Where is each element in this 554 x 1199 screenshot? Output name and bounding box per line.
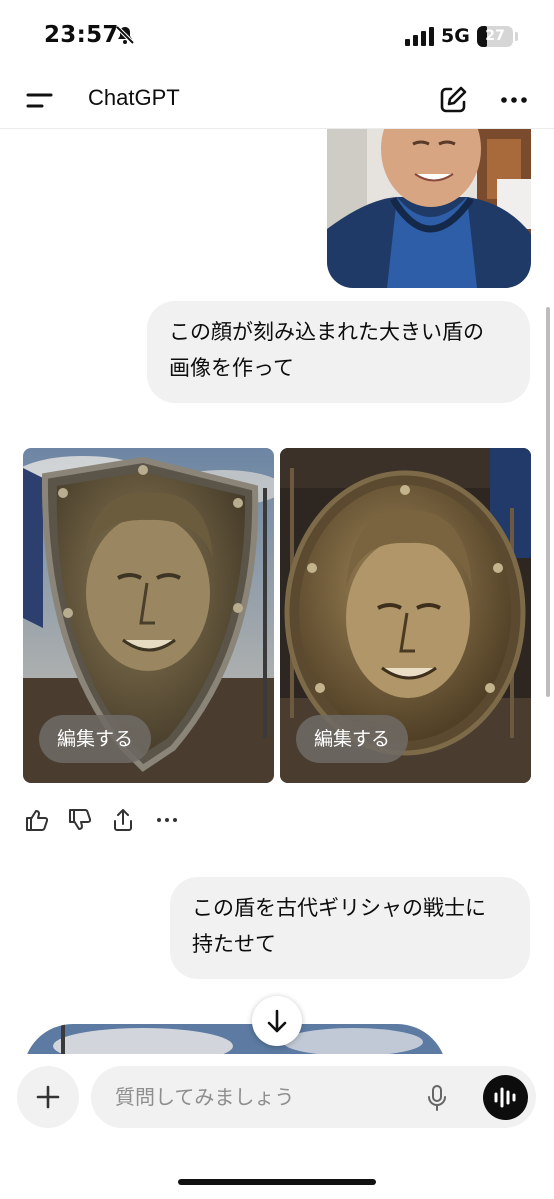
ellipsis-icon	[501, 97, 527, 103]
compose-icon	[440, 86, 467, 113]
battery-nub	[515, 32, 518, 41]
battery-level: 27	[485, 28, 505, 44]
user-message-bubble[interactable]: この盾を古代ギリシャの戦士に 持たせて	[170, 877, 530, 979]
ellipsis-icon	[157, 818, 177, 822]
user-message-line: この顔が刻み込まれた大きい盾の	[169, 320, 484, 344]
thumbs-up-button[interactable]	[24, 807, 50, 833]
arrow-down-icon	[267, 1009, 287, 1033]
user-message-line: この盾を古代ギリシャの戦士に	[192, 896, 486, 920]
page-title[interactable]: ChatGPT	[88, 85, 180, 111]
generated-image-partial[interactable]	[23, 1024, 447, 1054]
edit-image-button[interactable]: 編集する	[296, 715, 409, 763]
muted-bell-icon	[114, 24, 136, 50]
chat-thread[interactable]: この顔が刻み込まれた大きい盾の 画像を作って 編集する 編集する この盾を古代ギ…	[0, 129, 554, 1054]
cellular-signal-icon	[405, 26, 435, 50]
home-indicator[interactable]	[178, 1179, 376, 1185]
user-uploaded-photo[interactable]	[327, 129, 531, 288]
user-message-line: 画像を作って	[169, 356, 294, 380]
composer: 質問してみましょう	[0, 1054, 554, 1199]
more-options-button[interactable]	[498, 88, 530, 112]
message-input[interactable]: 質問してみましょう	[91, 1066, 536, 1128]
edit-image-button[interactable]: 編集する	[39, 715, 152, 763]
voice-mode-button[interactable]	[483, 1075, 528, 1120]
menu-icon	[26, 93, 53, 108]
app-header: ChatGPT	[0, 72, 554, 129]
audio-waveform-icon	[494, 1087, 516, 1108]
share-icon	[114, 809, 132, 831]
attach-button[interactable]	[17, 1066, 79, 1128]
share-button[interactable]	[110, 807, 136, 833]
network-type: 5G	[441, 25, 470, 47]
more-actions-button[interactable]	[154, 807, 180, 833]
generated-image-round-shield[interactable]: 編集する	[280, 448, 531, 783]
user-message-line: 持たせて	[192, 932, 276, 956]
status-time: 23:57	[44, 22, 119, 48]
dictate-button[interactable]	[424, 1084, 450, 1112]
scroll-to-bottom-button[interactable]	[252, 996, 302, 1046]
sidebar-menu-button[interactable]	[24, 86, 56, 114]
thumbs-down-icon	[69, 809, 92, 830]
generated-image-kite-shield[interactable]: 編集する	[23, 448, 274, 783]
battery-icon: 27	[477, 26, 513, 47]
new-chat-button[interactable]	[437, 84, 469, 116]
input-placeholder: 質問してみましょう	[115, 1085, 295, 1109]
microphone-icon	[428, 1085, 446, 1111]
plus-icon	[36, 1085, 60, 1109]
user-message-bubble[interactable]: この顔が刻み込まれた大きい盾の 画像を作って	[147, 301, 530, 403]
status-bar: 23:57 5G 27	[0, 0, 554, 72]
scrollbar[interactable]	[546, 307, 550, 697]
thumbs-up-icon	[26, 810, 49, 831]
thumbs-down-button[interactable]	[67, 807, 93, 833]
